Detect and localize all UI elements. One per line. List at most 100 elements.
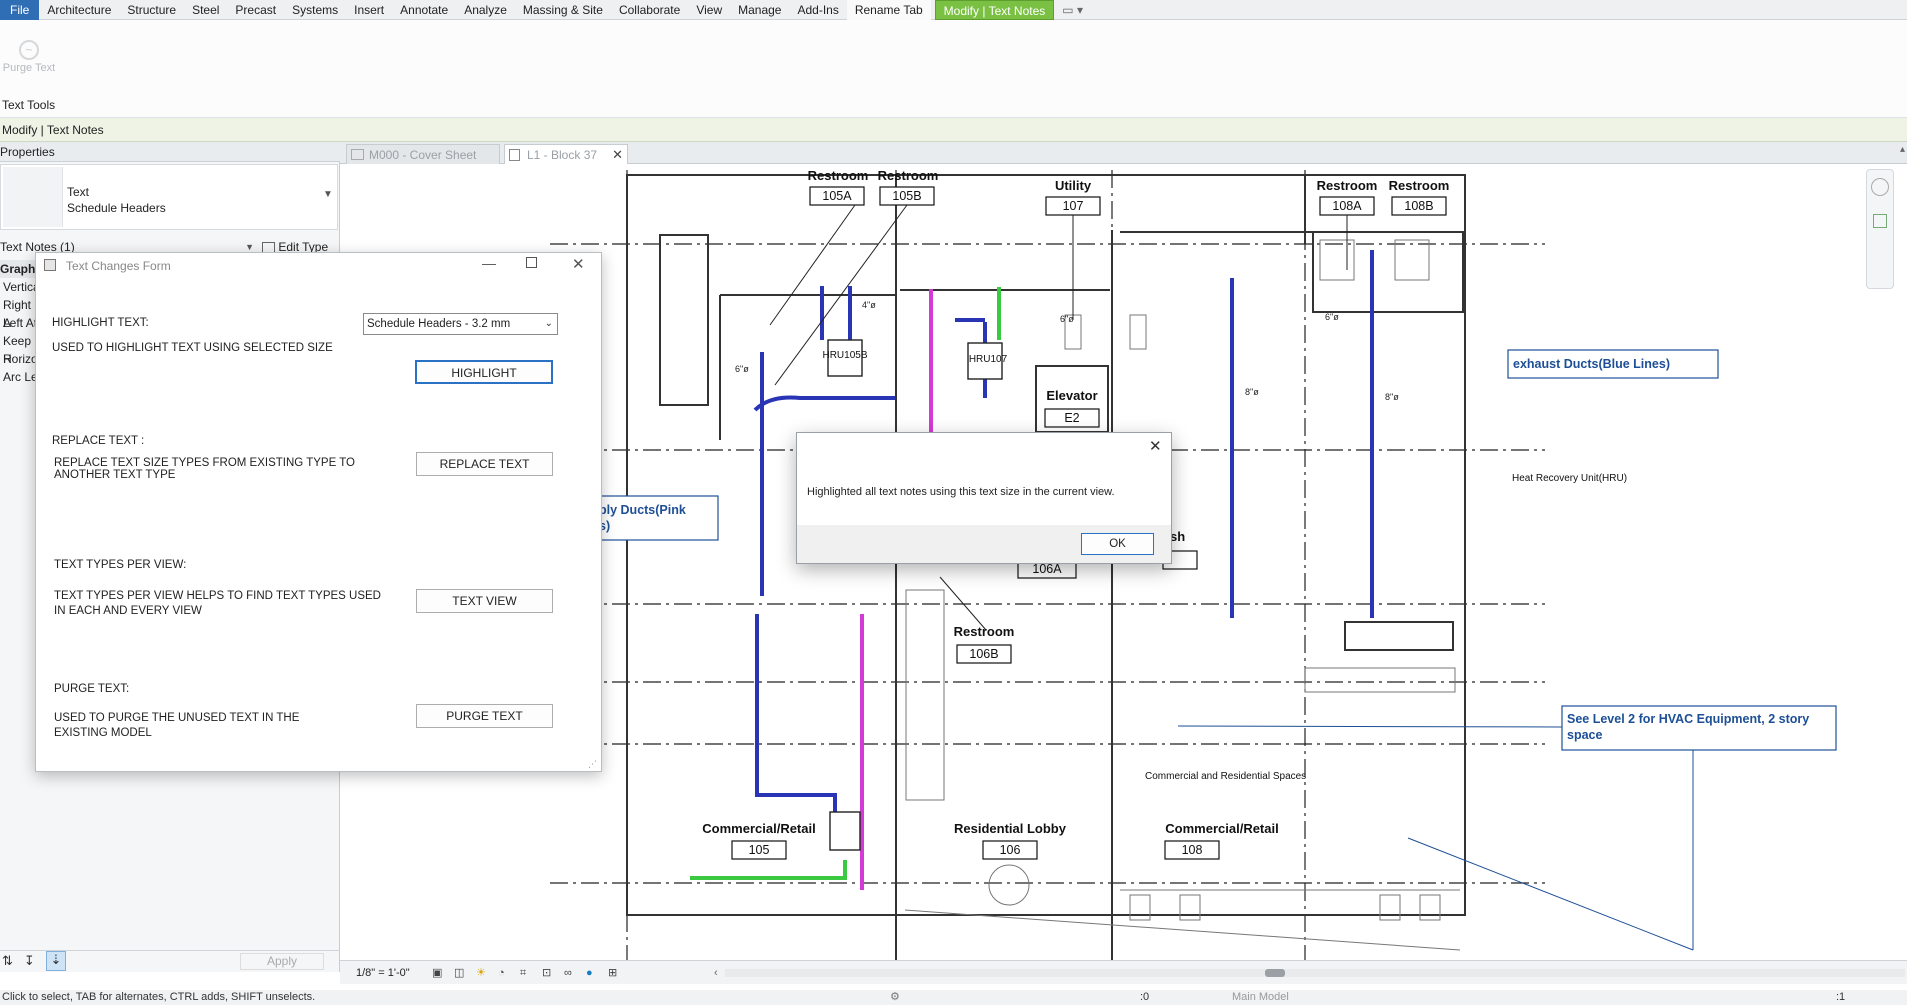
- zoom-region-icon[interactable]: [1873, 214, 1887, 228]
- reveal-hidden-icon[interactable]: ●: [586, 961, 593, 985]
- note-commercial-residential: Commercial and Residential Spaces: [1145, 771, 1306, 782]
- text-types-description-1: TEXT TYPES PER VIEW HELPS TO FIND TEXT T…: [54, 590, 381, 602]
- note-exhaust-ducts: exhaust Ducts(Blue Lines): [1513, 357, 1670, 371]
- ok-button[interactable]: OK: [1081, 533, 1154, 555]
- close-button[interactable]: ✕: [1149, 437, 1162, 455]
- filter-count: :1: [1836, 991, 1846, 1003]
- menu-insert[interactable]: Insert: [346, 0, 392, 20]
- zoom-2d-icon[interactable]: [1871, 178, 1889, 196]
- menu-annotate[interactable]: Annotate: [392, 0, 456, 20]
- ribbon-toggle-icon[interactable]: ▭ ▾: [1054, 0, 1091, 20]
- menu-architecture[interactable]: Architecture: [39, 0, 119, 20]
- form-app-icon: [44, 259, 56, 271]
- room-name: Restroom: [808, 168, 869, 183]
- chevron-down-icon: ⌄: [544, 318, 553, 329]
- tab-cover-sheet-label: M000 - Cover Sheet: [369, 148, 477, 162]
- menu-systems[interactable]: Systems: [284, 0, 346, 20]
- properties-bottom-bar: ⇅ ↧ ⇣ Apply: [0, 950, 340, 972]
- text-changes-form: Text Changes Form — ✕ HIGHLIGHT TEXT: US…: [35, 252, 602, 772]
- room-number: 108A: [1332, 199, 1362, 213]
- replace-description-2: ANOTHER TEXT TYPE: [54, 469, 176, 481]
- scroll-left-icon[interactable]: ‹: [714, 961, 718, 985]
- apply-button[interactable]: Apply: [240, 953, 324, 970]
- selection-count: :0: [1140, 991, 1150, 1003]
- purge-text-label: Purge Text: [2, 62, 56, 74]
- temporary-hide-icon[interactable]: ∞: [564, 961, 572, 985]
- highlight-heading: HIGHLIGHT TEXT:: [52, 317, 149, 329]
- show-crop-icon[interactable]: ⊡: [542, 961, 551, 985]
- highlight-button[interactable]: HIGHLIGHT: [415, 360, 553, 384]
- note-supply-ducts: ply Ducts(Pink: [599, 503, 686, 517]
- purge-text-tool[interactable]: ~ Purge Text: [0, 40, 58, 92]
- visual-style-icon[interactable]: ◫: [454, 961, 464, 985]
- minimize-button[interactable]: —: [482, 255, 496, 271]
- ribbon-panel-label: Text Tools: [2, 98, 56, 112]
- view-scale[interactable]: 1/8" = 1'-0": [356, 961, 410, 985]
- prop-row: Vertica: [3, 280, 40, 294]
- menu-modify-text-notes[interactable]: Modify | Text Notes: [934, 0, 1055, 20]
- menu-precast[interactable]: Precast: [227, 0, 284, 20]
- menu-structure[interactable]: Structure: [119, 0, 184, 20]
- categorize-icon[interactable]: ⇣: [46, 951, 66, 971]
- room-number: 105B: [892, 189, 921, 203]
- menu-rename-tab[interactable]: Rename Tab: [846, 0, 931, 20]
- purge-description-2: EXISTING MODEL: [54, 727, 152, 739]
- close-icon[interactable]: ✕: [612, 145, 623, 165]
- crop-view-icon[interactable]: ⌗: [520, 961, 526, 985]
- duct-size: 6"ø: [1325, 312, 1339, 322]
- prop-row: Right A: [3, 298, 32, 330]
- note-level-2-line2: space: [1567, 728, 1602, 742]
- scroll-thumb[interactable]: [1265, 969, 1285, 977]
- form-titlebar: Text Changes Form — ✕: [36, 253, 601, 279]
- room-name: Commercial/Retail: [702, 821, 815, 836]
- hru-units: [827, 339, 1003, 851]
- prop-row: Horizo: [3, 352, 38, 366]
- ribbon: ~ Purge Text Text Tools: [0, 20, 1907, 118]
- view-cube-nav-bar[interactable]: [1866, 169, 1894, 289]
- detail-level-icon[interactable]: ▣: [432, 961, 442, 985]
- sort-icon[interactable]: ⇅: [2, 953, 13, 969]
- menu-file[interactable]: File: [0, 0, 40, 20]
- horizontal-scrollbar[interactable]: [725, 969, 1905, 977]
- tab-cover-sheet[interactable]: M000 - Cover Sheet: [346, 144, 500, 164]
- main-model-selector[interactable]: Main Model: [1232, 990, 1289, 1005]
- text-size-select[interactable]: Schedule Headers - 3.2 mm ⌄: [363, 313, 558, 335]
- form-title: Text Changes Form: [66, 259, 171, 273]
- sort-alpha-icon[interactable]: ↧: [24, 953, 35, 969]
- sun-path-icon[interactable]: ☀: [476, 961, 486, 985]
- prop-row: Left At: [3, 316, 38, 330]
- menu-analyze[interactable]: Analyze: [456, 0, 515, 20]
- resize-grip-icon[interactable]: ⋰: [588, 759, 597, 770]
- tab-list-icon[interactable]: ▴: [1900, 144, 1905, 155]
- menu-massing-site[interactable]: Massing & Site: [515, 0, 611, 20]
- view-control-bar: 1/8" = 1'-0" ▣ ◫ ☀ ◔ ⌗ ⊡ ∞ ● ⊞ ‹: [340, 960, 1907, 984]
- worksharing-icon[interactable]: ⊞: [608, 961, 617, 985]
- room-name-partial: sh: [1170, 529, 1185, 544]
- purge-text-button[interactable]: PURGE TEXT: [416, 704, 553, 728]
- close-button[interactable]: ✕: [572, 255, 585, 273]
- hru-label: HRU107: [969, 354, 1008, 365]
- room-name: Residential Lobby: [954, 821, 1067, 836]
- maximize-button[interactable]: [526, 257, 537, 268]
- duct-size: 6"ø: [735, 364, 749, 374]
- note-hru: Heat Recovery Unit(HRU): [1512, 473, 1627, 484]
- view-tabs: M000 - Cover Sheet L1 - Block 37 ✕ ▴: [340, 142, 1907, 164]
- replace-text-button[interactable]: REPLACE TEXT: [416, 452, 553, 476]
- duct-size: 4"ø: [862, 300, 876, 310]
- floor-plan-icon: [509, 149, 520, 161]
- tab-l1-block-37[interactable]: L1 - Block 37 ✕: [504, 144, 628, 164]
- prop-row: Graphi: [0, 260, 40, 278]
- shadows-icon[interactable]: ◔: [498, 961, 505, 985]
- worksets-icon[interactable]: ⚙: [890, 990, 900, 1005]
- room-number: 107: [1063, 199, 1084, 213]
- room-number: E2: [1064, 411, 1079, 425]
- text-view-button[interactable]: TEXT VIEW: [416, 589, 553, 613]
- menu-collaborate[interactable]: Collaborate: [611, 0, 688, 20]
- message-text: Highlighted all text notes using this te…: [807, 486, 1115, 498]
- menu-steel[interactable]: Steel: [184, 0, 227, 20]
- menu-manage[interactable]: Manage: [730, 0, 789, 20]
- menu-add-ins[interactable]: Add-Ins: [789, 0, 846, 20]
- purge-description-1: USED TO PURGE THE UNUSED TEXT IN THE: [54, 712, 300, 724]
- menu-view[interactable]: View: [688, 0, 730, 20]
- type-selector[interactable]: Text Schedule Headers ▼: [0, 164, 338, 230]
